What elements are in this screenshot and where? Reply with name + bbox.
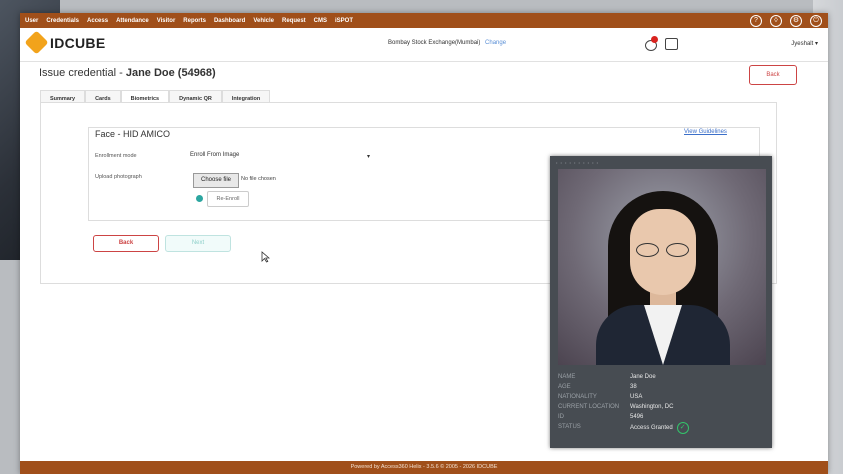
upload-photograph-label: Upload photograph (95, 174, 142, 180)
info-key: NATIONALITY (558, 394, 597, 400)
card-toolbar-dots: • • • • • • • • • • (556, 160, 600, 165)
info-row-id: ID 5496 (558, 412, 766, 422)
choose-file-button[interactable]: Choose file (193, 173, 239, 188)
nav-menu: User Credentials Access Attendance Visit… (20, 18, 353, 24)
mouse-cursor-icon (261, 251, 270, 263)
enrollment-mode-value: Enroll From Image (190, 152, 240, 158)
back-button[interactable]: Back (93, 235, 159, 252)
nav-request[interactable]: Request (282, 18, 306, 24)
info-key: CURRENT LOCATION (558, 404, 620, 410)
info-value: Washington, DC (630, 404, 674, 410)
nav-user[interactable]: User (25, 18, 38, 24)
info-key: NAME (558, 374, 576, 380)
status-badge: Access Granted ✓ (630, 422, 689, 434)
status-text: Access Granted (630, 425, 673, 431)
enrollment-mode-select[interactable]: Enroll From Image ▾ (190, 152, 370, 162)
face-section-title: Face - HID AMICO (95, 129, 171, 139)
no-file-text: No file chosen (241, 176, 276, 182)
nav-credentials[interactable]: Credentials (46, 18, 79, 24)
view-guidelines-link[interactable]: View Guidelines (684, 129, 727, 135)
enrolled-check-icon (196, 195, 203, 202)
nav-attendance[interactable]: Attendance (116, 18, 149, 24)
user-menu[interactable]: Jyeshalt ▾ (791, 40, 818, 47)
page-title: Issue credential - Jane Doe (54968) (39, 67, 216, 79)
nav-visitor[interactable]: Visitor (157, 18, 176, 24)
info-row-status: STATUS Access Granted ✓ (558, 422, 766, 434)
gear-icon[interactable]: ⚙ (790, 15, 802, 27)
announcement-icon[interactable] (665, 38, 678, 50)
info-value: 5496 (630, 414, 644, 420)
nav-vehicle[interactable]: Vehicle (253, 18, 274, 24)
info-value: Jane Doe (630, 374, 656, 380)
info-value: 38 (630, 384, 637, 390)
footer: Powered by Access360 Helix - 3.5.6 © 200… (20, 461, 828, 474)
organization-label: Bombay Stock Exchange(Mumbai) Change (388, 40, 506, 46)
profile-photo (558, 169, 766, 365)
info-row-age: AGE 38 (558, 382, 766, 392)
info-row-location: CURRENT LOCATION Washington, DC (558, 402, 766, 412)
shield-icon[interactable]: ◊ (770, 15, 782, 27)
enrollment-mode-label: Enrollment mode (95, 153, 137, 159)
logo-cube-icon (24, 30, 49, 55)
logo[interactable]: IDCUBE (24, 30, 106, 55)
back-top-button[interactable]: Back (749, 65, 797, 85)
info-row-name: NAME Jane Doe (558, 372, 766, 382)
nav-icons: ? ◊ ⚙ ⏻ (750, 15, 822, 27)
nav-ispot[interactable]: iSPOT (335, 18, 353, 24)
id-card-overlay: • • • • • • • • • • NAME Jane Doe AGE 38… (550, 156, 772, 448)
organization-name: Bombay Stock Exchange(Mumbai) (388, 40, 481, 46)
nav-dashboard[interactable]: Dashboard (214, 18, 245, 24)
nav-reports[interactable]: Reports (183, 18, 206, 24)
re-enroll-button[interactable]: Re-Enroll (207, 191, 249, 207)
next-button[interactable]: Next (165, 235, 231, 252)
nav-cms[interactable]: CMS (314, 18, 327, 24)
header-bar: IDCUBE Bombay Stock Exchange(Mumbai) Cha… (20, 28, 828, 62)
info-key: AGE (558, 384, 571, 390)
change-organization-link[interactable]: Change (485, 40, 506, 46)
browser-window: User Credentials Access Attendance Visit… (20, 13, 828, 474)
top-navigation: User Credentials Access Attendance Visit… (20, 13, 828, 28)
page-title-prefix: Issue credential - (39, 67, 126, 79)
power-icon[interactable]: ⏻ (810, 15, 822, 27)
logo-text: IDCUBE (50, 34, 106, 51)
info-key: STATUS (558, 424, 581, 430)
help-icon[interactable]: ? (750, 15, 762, 27)
notification-badge (651, 36, 658, 43)
check-circle-icon: ✓ (676, 422, 689, 434)
info-key: ID (558, 414, 564, 420)
notification-icon[interactable] (643, 36, 659, 52)
info-value: USA (630, 394, 643, 400)
page-title-name: Jane Doe (54968) (125, 67, 216, 79)
info-row-nationality: NATIONALITY USA (558, 392, 766, 402)
chevron-down-icon: ▾ (366, 154, 370, 160)
id-card-info: NAME Jane Doe AGE 38 NATIONALITY USA CUR… (558, 372, 766, 434)
nav-access[interactable]: Access (87, 18, 108, 24)
